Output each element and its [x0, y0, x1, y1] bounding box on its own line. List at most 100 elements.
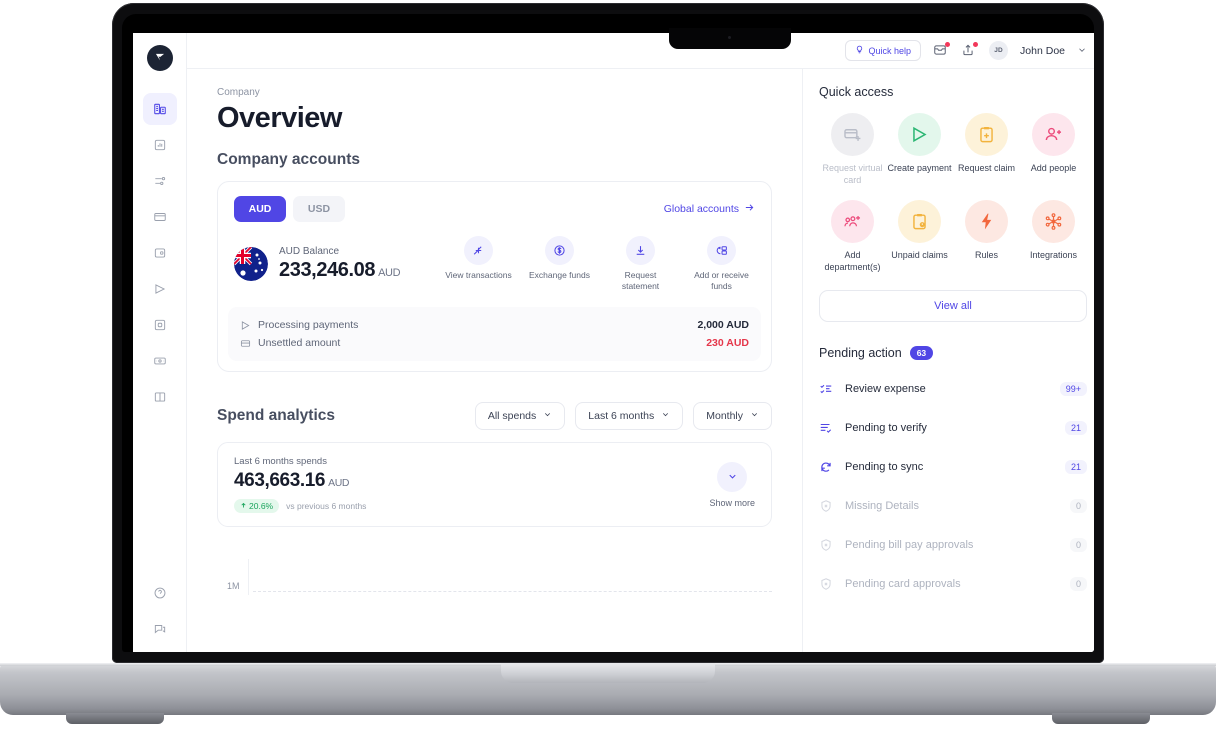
laptop-foot-right	[1052, 713, 1150, 724]
quick-access-request-virtual-card[interactable]: Request virtual card	[819, 113, 886, 186]
currency-tab-usd[interactable]: USD	[293, 196, 345, 222]
filter-granularity[interactable]: Monthly	[693, 402, 772, 431]
user-plus-icon	[1032, 113, 1075, 156]
action-view-transactions[interactable]: View transactions	[445, 236, 512, 291]
quick-access-label: Add department(s)	[824, 250, 881, 273]
virtual-card-icon	[831, 113, 874, 156]
filter-label: Last 6 months	[588, 410, 655, 423]
sidebar-item-chat[interactable]	[143, 613, 177, 645]
row-processing-payments: Processing payments 2,000 AUD	[240, 316, 749, 334]
right-panel: Quick access Request virtual card Create…	[803, 69, 1094, 652]
spend-summary-amount: 463,663.16 AUD	[234, 470, 366, 492]
sidebar-item-payments[interactable]	[143, 273, 177, 305]
page-title: Overview	[217, 102, 342, 134]
spend-filters: All spends Last 6 months Monthly	[474, 402, 772, 431]
sidebar-item-help[interactable]	[143, 577, 177, 609]
sidebar-item-transactions[interactable]	[143, 165, 177, 197]
action-label: View transactions	[445, 270, 512, 280]
quick-access-unpaid-claims[interactable]: Unpaid claims	[886, 200, 953, 273]
arrow-right-icon	[744, 202, 755, 216]
pending-item-card-approvals[interactable]: Pending card approvals 0	[819, 565, 1087, 604]
app-window: Quick help JD John Doe Company Overview …	[133, 33, 1094, 652]
laptop-camera-notch	[669, 28, 791, 49]
sidebar-item-books[interactable]	[143, 381, 177, 413]
pending-item-label: Missing Details	[845, 500, 919, 513]
spend-value: 463,663.16	[234, 470, 326, 492]
chevron-down-icon[interactable]	[1077, 42, 1087, 60]
pending-action-header: Pending action 63	[819, 345, 1087, 360]
pending-item-review-expense[interactable]: Review expense 99+	[819, 370, 1087, 409]
balance-amount: 233,246.08 AUD	[279, 258, 401, 282]
vault-logo-icon[interactable]	[146, 45, 173, 71]
quick-access-add-departments[interactable]: Add department(s)	[819, 200, 886, 273]
balance-label: AUD Balance	[279, 245, 340, 257]
pending-item-missing-details[interactable]: Missing Details 0	[819, 487, 1087, 526]
pending-item-label: Review expense	[845, 383, 926, 396]
filter-date-range[interactable]: Last 6 months	[575, 402, 684, 431]
pending-item-label: Pending to verify	[845, 422, 927, 435]
pending-item-bill-pay-approvals[interactable]: Pending bill pay approvals 0	[819, 526, 1087, 565]
transactions-arrows-icon	[464, 236, 493, 265]
filter-label: All spends	[487, 410, 537, 423]
quick-access-label: Unpaid claims	[891, 250, 948, 261]
share-notification-icon[interactable]	[961, 41, 979, 59]
pending-item-badge: 21	[1064, 460, 1087, 475]
pending-item-pending-to-sync[interactable]: Pending to sync 21	[819, 448, 1087, 487]
main-column: Quick help JD John Doe Company Overview …	[187, 33, 1094, 652]
quick-access-label: Request claim	[957, 163, 1016, 173]
action-label: Request statement	[621, 270, 660, 291]
inbox-notification-icon[interactable]	[933, 41, 951, 59]
action-label: Add or receive funds	[694, 270, 749, 291]
action-add-receive-funds[interactable]: Add or receive funds	[688, 236, 755, 291]
integrations-icon	[1032, 200, 1075, 244]
bolt-icon	[965, 200, 1008, 244]
currency-tab-aud[interactable]: AUD	[234, 196, 286, 222]
balance-value: 233,246.08	[279, 258, 376, 281]
row-value: 2,000 AUD	[697, 319, 749, 332]
quick-access-create-payment[interactable]: Create payment	[886, 113, 953, 186]
sidebar-bottom	[143, 577, 177, 652]
sidebar-item-cards[interactable]	[143, 201, 177, 233]
show-more-button[interactable]: Show more	[709, 461, 755, 508]
shield-icon	[819, 499, 836, 513]
sidebar	[133, 33, 187, 652]
sidebar-item-accounts[interactable]	[143, 345, 177, 377]
australia-flag-icon	[234, 246, 268, 281]
sidebar-item-expenses[interactable]	[143, 309, 177, 341]
quick-help-button[interactable]: Quick help	[844, 40, 922, 61]
balance-currency: AUD	[378, 266, 401, 279]
sidebar-item-company[interactable]	[142, 93, 177, 125]
pending-action-title: Pending action	[819, 345, 902, 360]
quick-access-label: Create payment	[887, 163, 952, 173]
global-accounts-link[interactable]: Global accounts	[664, 202, 755, 216]
view-all-button[interactable]: View all	[819, 289, 1087, 322]
laptop-mockup: Quick help JD John Doe Company Overview …	[0, 0, 1216, 735]
filter-all-spends[interactable]: All spends	[474, 402, 566, 431]
delta-note: vs previous 6 months	[286, 501, 367, 512]
quick-access-integrations[interactable]: Integrations	[1020, 200, 1087, 273]
account-sub-rows: Processing payments 2,000 AUD Unsettled …	[228, 307, 761, 362]
chevron-down-icon	[717, 461, 748, 492]
quick-access-label: Integrations	[1029, 250, 1078, 261]
quick-access-request-claim[interactable]: Request claim	[953, 113, 1020, 186]
row-value: 230 AUD	[706, 337, 749, 350]
pending-item-label: Pending card approvals	[845, 578, 961, 591]
chevron-down-icon	[750, 410, 759, 422]
clipboard-plus-icon	[965, 113, 1008, 156]
quick-help-label: Quick help	[868, 45, 912, 56]
chart-y-tick-1m: 1M	[227, 581, 240, 592]
quick-access-add-people[interactable]: Add people	[1020, 113, 1087, 186]
quick-access-title: Quick access	[819, 85, 894, 99]
pending-item-pending-to-verify[interactable]: Pending to verify 21	[819, 409, 1087, 448]
shield-icon	[819, 577, 836, 591]
quick-access-rules[interactable]: Rules	[953, 200, 1020, 273]
action-exchange-funds[interactable]: Exchange funds	[526, 236, 593, 291]
avatar[interactable]: JD	[989, 41, 1009, 60]
chart-gridline	[253, 591, 772, 593]
sidebar-item-analytics[interactable]	[143, 129, 177, 161]
quick-access-grid: Request virtual card Create payment Requ…	[819, 113, 1087, 274]
action-request-statement[interactable]: Request statement	[607, 236, 674, 291]
account-card: AUD USD Global accounts AUD Balance 233,…	[217, 181, 772, 373]
sidebar-item-wallet[interactable]	[143, 237, 177, 269]
notification-dot	[973, 41, 979, 47]
